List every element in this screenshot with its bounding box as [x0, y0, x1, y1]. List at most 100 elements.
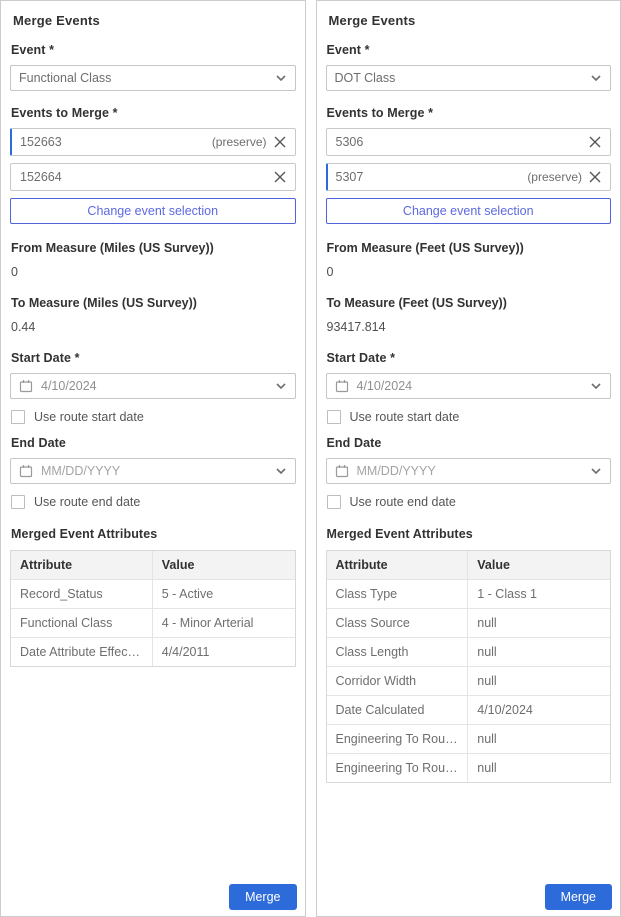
end-date-placeholder: MM/DD/YYYY: [357, 464, 583, 478]
start-date-value: 4/10/2024: [357, 379, 583, 393]
event-to-merge-item[interactable]: 152664: [10, 163, 296, 191]
table-row: Class Type 1 - Class 1: [327, 579, 611, 608]
close-icon[interactable]: [274, 136, 286, 148]
chevron-down-icon: [275, 465, 287, 477]
event-to-merge-item[interactable]: 5306: [326, 128, 612, 156]
calendar-icon: [19, 464, 33, 478]
end-date-picker[interactable]: MM/DD/YYYY: [10, 458, 296, 484]
merge-events-panel-left: Merge Events Event * Functional Class Ev…: [0, 0, 306, 917]
value-cell: null: [468, 609, 610, 637]
use-route-start-date-checkbox[interactable]: [11, 410, 25, 424]
attribute-cell: Class Type: [327, 580, 469, 608]
table-row: Record_Status 5 - Active: [11, 579, 295, 608]
panel-title: Merge Events: [13, 13, 296, 28]
to-measure-value: 93417.814: [327, 320, 612, 334]
column-header: Value: [468, 551, 610, 579]
value-cell: null: [468, 667, 610, 695]
value-cell: 4 - Minor Arterial: [153, 609, 295, 637]
end-date-picker[interactable]: MM/DD/YYYY: [326, 458, 612, 484]
event-label: Event *: [327, 43, 612, 57]
merged-attributes-table: Attribute Value Record_Status 5 - Active…: [10, 550, 296, 667]
chevron-down-icon: [275, 72, 287, 84]
from-measure-label: From Measure (Miles (US Survey)): [11, 241, 296, 255]
use-route-end-date-row[interactable]: Use route end date: [11, 495, 296, 509]
event-id: 5306: [336, 135, 364, 149]
attribute-cell: Functional Class: [11, 609, 153, 637]
table-row: Class Source null: [327, 608, 611, 637]
start-date-picker[interactable]: 4/10/2024: [10, 373, 296, 399]
attribute-cell: Engineering To Route ...: [327, 754, 469, 782]
use-route-end-date-label: Use route end date: [34, 495, 140, 509]
attribute-cell: Date Calculated: [327, 696, 469, 724]
value-cell: 4/4/2011: [153, 638, 295, 666]
end-date-label: End Date: [327, 436, 612, 450]
end-date-label: End Date: [11, 436, 296, 450]
panel-title: Merge Events: [329, 13, 612, 28]
event-id: 5307: [336, 170, 364, 184]
use-route-end-date-checkbox[interactable]: [327, 495, 341, 509]
event-id: 152664: [20, 170, 62, 184]
use-route-start-date-row[interactable]: Use route start date: [11, 410, 296, 424]
preserve-tag: (preserve): [527, 170, 582, 184]
table-header-row: Attribute Value: [11, 551, 295, 579]
use-route-end-date-row[interactable]: Use route end date: [327, 495, 612, 509]
table-row: Date Calculated 4/10/2024: [327, 695, 611, 724]
change-event-selection-button[interactable]: Change event selection: [10, 198, 296, 224]
value-cell: 5 - Active: [153, 580, 295, 608]
merged-attributes-title: Merged Event Attributes: [327, 527, 612, 541]
attribute-cell: Class Length: [327, 638, 469, 666]
table-row: Corridor Width null: [327, 666, 611, 695]
start-date-label: Start Date *: [327, 351, 612, 365]
merge-events-panel-right: Merge Events Event * DOT Class Events to…: [316, 0, 621, 917]
event-to-merge-item[interactable]: 5307 (preserve): [326, 163, 612, 191]
table-row: Engineering To RouteID null: [327, 724, 611, 753]
close-icon[interactable]: [274, 171, 286, 183]
attribute-cell: Record_Status: [11, 580, 153, 608]
table-row: Functional Class 4 - Minor Arterial: [11, 608, 295, 637]
calendar-icon: [335, 379, 349, 393]
from-measure-value: 0: [11, 265, 296, 279]
table-row: Class Length null: [327, 637, 611, 666]
change-event-selection-button[interactable]: Change event selection: [326, 198, 612, 224]
use-route-end-date-checkbox[interactable]: [11, 495, 25, 509]
from-measure-value: 0: [327, 265, 612, 279]
column-header: Attribute: [327, 551, 469, 579]
value-cell: null: [468, 725, 610, 753]
start-date-value: 4/10/2024: [41, 379, 267, 393]
use-route-start-date-checkbox[interactable]: [327, 410, 341, 424]
calendar-icon: [19, 379, 33, 393]
value-cell: null: [468, 754, 610, 782]
table-row: Engineering To Route ... null: [327, 753, 611, 782]
table-row: Date Attribute Effective 4/4/2011: [11, 637, 295, 666]
event-select-value: DOT Class: [335, 71, 591, 85]
calendar-icon: [335, 464, 349, 478]
attribute-cell: Engineering To RouteID: [327, 725, 469, 753]
value-cell: null: [468, 638, 610, 666]
close-icon[interactable]: [589, 136, 601, 148]
column-header: Attribute: [11, 551, 153, 579]
merged-attributes-title: Merged Event Attributes: [11, 527, 296, 541]
event-label: Event *: [11, 43, 296, 57]
event-select[interactable]: Functional Class: [10, 65, 296, 91]
attribute-cell: Class Source: [327, 609, 469, 637]
close-icon[interactable]: [589, 171, 601, 183]
table-header-row: Attribute Value: [327, 551, 611, 579]
use-route-start-date-label: Use route start date: [34, 410, 144, 424]
value-cell: 1 - Class 1: [468, 580, 610, 608]
event-id: 152663: [20, 135, 62, 149]
start-date-picker[interactable]: 4/10/2024: [326, 373, 612, 399]
use-route-start-date-label: Use route start date: [350, 410, 460, 424]
preserve-tag: (preserve): [212, 135, 267, 149]
merge-button[interactable]: Merge: [545, 884, 612, 910]
event-select[interactable]: DOT Class: [326, 65, 612, 91]
end-date-placeholder: MM/DD/YYYY: [41, 464, 267, 478]
to-measure-label: To Measure (Feet (US Survey)): [327, 296, 612, 310]
column-header: Value: [153, 551, 295, 579]
chevron-down-icon: [590, 72, 602, 84]
events-to-merge-label: Events to Merge *: [11, 106, 296, 120]
merge-button[interactable]: Merge: [229, 884, 296, 910]
attribute-cell: Corridor Width: [327, 667, 469, 695]
event-to-merge-item[interactable]: 152663 (preserve): [10, 128, 296, 156]
to-measure-value: 0.44: [11, 320, 296, 334]
use-route-start-date-row[interactable]: Use route start date: [327, 410, 612, 424]
